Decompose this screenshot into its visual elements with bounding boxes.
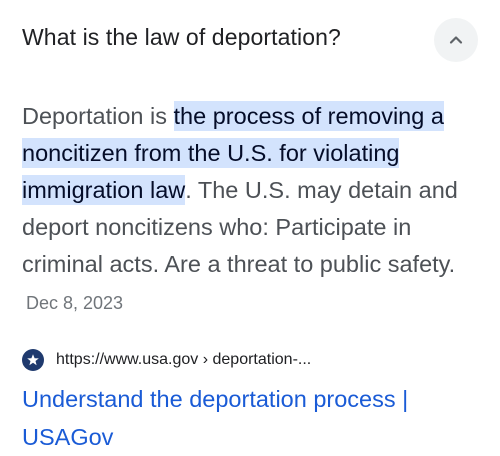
source-row[interactable]: https://www.usa.gov › deportation-... [22,348,311,372]
answer-text-before: Deportation is [22,103,174,129]
chevron-up-icon [449,36,463,44]
question-text[interactable]: What is the law of deportation? [22,24,341,51]
collapse-button[interactable] [434,18,478,62]
answer-date: Dec 8, 2023 [26,293,124,313]
result-title-link[interactable]: Understand the deportation process | USA… [22,380,462,456]
usa-gov-favicon-icon [22,349,44,371]
question-row[interactable]: What is the law of deportation? [22,18,478,62]
answer-snippet: Deportation is the process of removing a… [22,98,484,322]
source-url[interactable]: https://www.usa.gov › deportation-... [56,351,311,369]
